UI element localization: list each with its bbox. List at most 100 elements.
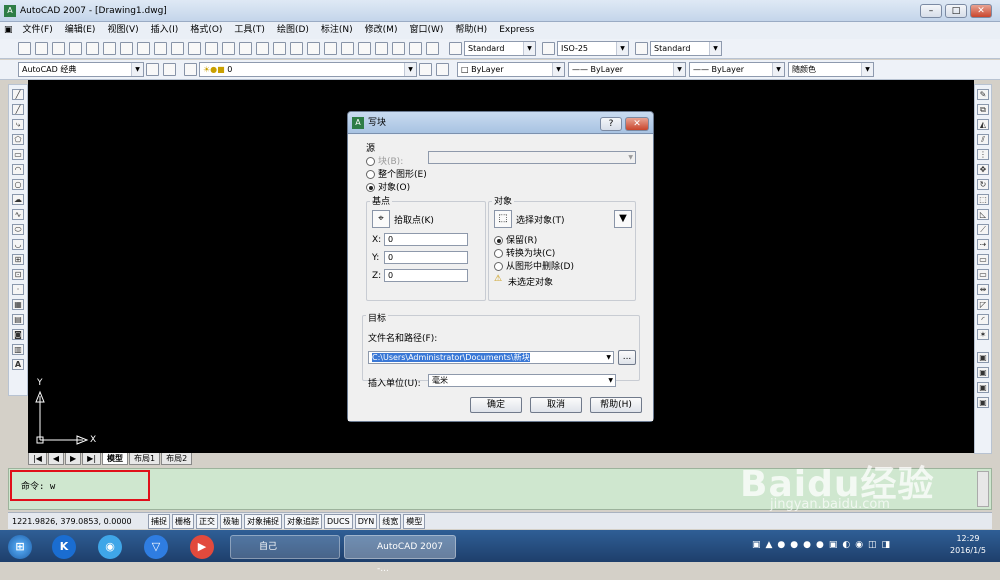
select-objects-icon[interactable]: ⬚ xyxy=(494,210,512,228)
status-ducs[interactable]: DUCS xyxy=(324,513,353,529)
preview-icon[interactable] xyxy=(86,42,99,55)
join-icon[interactable]: ⇹ xyxy=(977,284,989,295)
help-icon[interactable] xyxy=(426,42,439,55)
pinned-shield-icon[interactable]: ▽ xyxy=(144,535,168,559)
menu-modify[interactable]: 修改(M) xyxy=(359,22,404,39)
radio-convert-to-block[interactable]: 转换为块(C) xyxy=(494,246,555,259)
construction-line-icon[interactable]: ╱ xyxy=(12,104,24,115)
filename-input[interactable]: C:\Users\Administrator\Documents\新块 ▼ xyxy=(368,351,614,364)
mirror-icon[interactable]: ◭ xyxy=(977,119,989,130)
polygon-icon[interactable]: ⬠ xyxy=(12,134,24,145)
explode-icon[interactable]: ✶ xyxy=(977,329,989,340)
hatch-icon[interactable]: ▦ xyxy=(12,299,24,310)
arc-icon[interactable]: ◠ xyxy=(12,164,24,175)
properties-icon[interactable] xyxy=(324,42,337,55)
workspace-settings-icon[interactable] xyxy=(146,63,159,76)
menu-window[interactable]: 窗口(W) xyxy=(403,22,449,39)
draw-order-front-icon[interactable]: ▣ xyxy=(977,352,989,363)
menu-tools[interactable]: 工具(T) xyxy=(228,22,271,39)
open-icon[interactable] xyxy=(35,42,48,55)
menu-insert[interactable]: 插入(I) xyxy=(145,22,185,39)
dialog-help-button[interactable]: ? xyxy=(600,117,622,131)
array-icon[interactable]: ⋮ xyxy=(977,149,989,160)
extend-icon[interactable]: ⇢ xyxy=(977,239,989,250)
plotstyle-select[interactable]: 随颜色 ▼ xyxy=(788,62,874,77)
cancel-button[interactable]: 取消 xyxy=(530,397,582,413)
dialog-close-button[interactable]: ✕ xyxy=(625,117,649,131)
zoom-window-icon[interactable] xyxy=(290,42,303,55)
maximize-button[interactable]: □ xyxy=(945,4,967,18)
ellipse-arc-icon[interactable]: ◡ xyxy=(12,239,24,250)
menu-format[interactable]: 格式(O) xyxy=(184,22,228,39)
paste-icon[interactable] xyxy=(171,42,184,55)
radio-delete-from-drawing[interactable]: 从图形中删除(D) xyxy=(494,259,574,272)
start-button-icon[interactable]: ⊞ xyxy=(8,535,32,559)
scale-icon[interactable]: ⬚ xyxy=(977,194,989,205)
move-icon[interactable]: ✥ xyxy=(977,164,989,175)
tab-prev-icon[interactable]: ◀ xyxy=(47,453,65,465)
trim-icon[interactable]: ⟋ xyxy=(977,224,989,235)
tab-next-icon[interactable]: ▶ xyxy=(65,453,82,465)
erase-icon[interactable]: ✎ xyxy=(977,89,989,100)
calculator-icon[interactable] xyxy=(409,42,422,55)
polyline-icon[interactable]: ⤷ xyxy=(12,119,24,130)
rotate-icon[interactable]: ↻ xyxy=(977,179,989,190)
radio-retain[interactable]: 保留(R) xyxy=(494,233,537,246)
line-icon[interactable]: ╱ xyxy=(12,89,24,100)
status-grid[interactable]: 栅格 xyxy=(172,513,194,529)
copy-object-icon[interactable]: ⧉ xyxy=(977,104,989,115)
cut-icon[interactable] xyxy=(137,42,150,55)
region-icon[interactable]: ◙ xyxy=(12,329,24,340)
revision-cloud-icon[interactable]: ☁ xyxy=(12,194,24,205)
point-icon[interactable]: · xyxy=(12,284,24,295)
3d-dwf-icon[interactable] xyxy=(120,42,133,55)
lineweight-select[interactable]: —— ByLayer ▼ xyxy=(689,62,785,77)
sheet-set-icon[interactable] xyxy=(375,42,388,55)
match-properties-icon[interactable] xyxy=(188,42,201,55)
save-icon[interactable] xyxy=(52,42,65,55)
ok-button[interactable]: 确定 xyxy=(470,397,522,413)
tab-first-icon[interactable]: |◀ xyxy=(28,453,47,465)
radio-objects[interactable]: 对象(O) xyxy=(366,180,410,193)
status-dyn[interactable]: DYN xyxy=(354,513,378,529)
table-icon[interactable]: ▥ xyxy=(12,344,24,355)
quick-select-icon[interactable]: ▼ xyxy=(614,210,632,228)
break-at-point-icon[interactable]: ▭ xyxy=(977,254,989,265)
make-current-layer-icon[interactable] xyxy=(419,63,432,76)
markup-icon[interactable] xyxy=(392,42,405,55)
minimize-button[interactable]: – xyxy=(920,4,942,18)
tab-layout1[interactable]: 布局1 xyxy=(129,453,161,465)
table-style-select[interactable]: Standard ▼ xyxy=(650,41,722,56)
zoom-realtime-icon[interactable] xyxy=(273,42,286,55)
draw-order-back-icon[interactable]: ▣ xyxy=(977,367,989,378)
draw-order-above-icon[interactable]: ▣ xyxy=(977,382,989,393)
ellipse-icon[interactable]: ⬭ xyxy=(12,224,24,235)
pinned-media-player-icon[interactable]: ▶ xyxy=(190,535,214,559)
z-input[interactable]: 0 xyxy=(384,269,468,282)
new-icon[interactable] xyxy=(18,42,31,55)
stretch-icon[interactable]: ◺ xyxy=(977,209,989,220)
spline-icon[interactable]: ∿ xyxy=(12,209,24,220)
close-button[interactable]: ✕ xyxy=(970,4,992,18)
layer-manager-icon[interactable] xyxy=(184,63,197,76)
menu-help[interactable]: 帮助(H) xyxy=(449,22,493,39)
break-icon[interactable]: ▭ xyxy=(977,269,989,280)
publish-icon[interactable] xyxy=(103,42,116,55)
multiline-text-icon[interactable]: A xyxy=(12,359,24,370)
x-input[interactable]: 0 xyxy=(384,233,468,246)
status-model[interactable]: 模型 xyxy=(403,513,426,529)
pick-point-icon[interactable]: ⌖ xyxy=(372,210,390,228)
status-polar[interactable]: 极轴 xyxy=(220,513,242,529)
color-select[interactable]: □ ByLayer ▼ xyxy=(457,62,565,77)
menu-view[interactable]: 视图(V) xyxy=(101,22,144,39)
system-tray-icons[interactable]: ▣▲●●●●▣◐◉◫◨ xyxy=(752,540,927,554)
pinned-browser-icon[interactable]: ◉ xyxy=(98,535,122,559)
browse-button[interactable]: ... xyxy=(618,350,636,365)
clock[interactable]: 12:29 2016/1/5 xyxy=(940,533,996,557)
menu-file[interactable]: 文件(F) xyxy=(17,22,59,39)
radio-block[interactable]: 块(B): xyxy=(366,154,403,167)
offset-icon[interactable]: ⫽ xyxy=(977,134,989,145)
menu-draw[interactable]: 绘图(D) xyxy=(271,22,315,39)
rectangle-icon[interactable]: ▭ xyxy=(12,149,24,160)
workspace-save-icon[interactable] xyxy=(163,63,176,76)
